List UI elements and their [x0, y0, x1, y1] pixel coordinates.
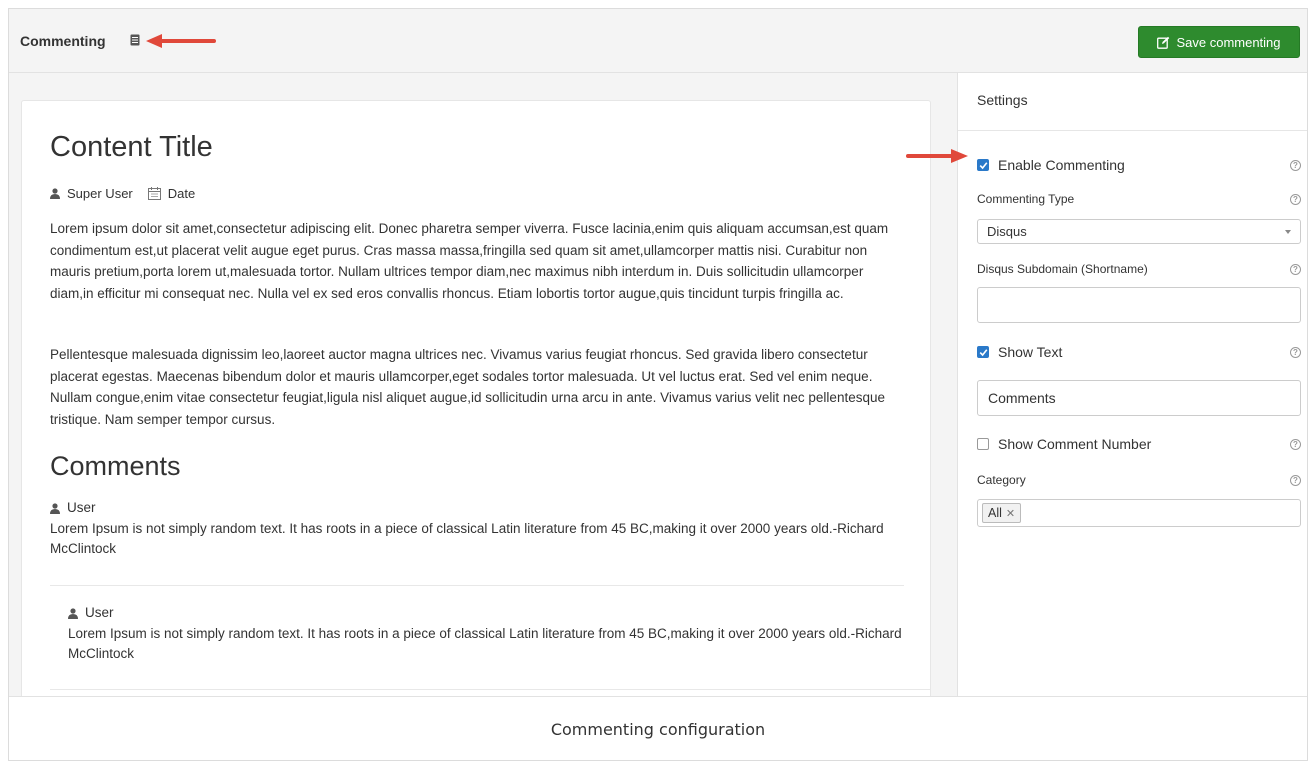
comment-author: User — [50, 498, 912, 519]
check-icon — [979, 348, 987, 356]
commenting-type-select[interactable]: Disqus — [977, 219, 1301, 244]
user-icon — [50, 503, 60, 514]
comment-user-name: User — [67, 500, 96, 515]
subdomain-input[interactable] — [977, 287, 1301, 323]
comment-divider — [50, 585, 904, 586]
enable-commenting-label: Enable Commenting — [998, 157, 1125, 173]
settings-title: Settings — [977, 92, 1028, 108]
show-text-option[interactable]: Show Text ? — [977, 343, 1301, 361]
toolbar: Commenting Save commenting — [9, 9, 1307, 73]
preview-area: Content Title Super User Date Lorem ipsu… — [9, 73, 957, 720]
subdomain-row: Disqus Subdomain (Shortname) ? — [977, 261, 1301, 277]
comment-text: Lorem Ipsum is not simply random text. I… — [50, 520, 884, 557]
help-icon[interactable]: ? — [1290, 193, 1301, 205]
annotation-arrow — [146, 34, 216, 48]
comments-heading: Comments — [50, 451, 181, 481]
figure-caption: Commenting configuration — [9, 696, 1307, 760]
comment-item-reply: User Lorem Ipsum is not simply random te… — [68, 603, 912, 665]
comment-item: User Lorem Ipsum is not simply random te… — [50, 498, 912, 560]
calendar-icon — [147, 187, 161, 200]
comment-author: User — [68, 603, 912, 624]
show-comment-number-label: Show Comment Number — [998, 436, 1152, 452]
show-text-label: Show Text — [998, 344, 1063, 360]
comment-user-name: User — [85, 605, 114, 620]
enable-commenting-option[interactable]: Enable Commenting ? — [977, 156, 1301, 174]
show-text-input[interactable]: Comments — [977, 380, 1301, 416]
category-tag: All ✕ — [982, 503, 1022, 523]
commenting-type-label: Commenting Type — [977, 192, 1075, 206]
article-paragraph: Lorem ipsum dolor sit amet,consectetur a… — [50, 221, 889, 301]
book-icon — [130, 34, 140, 46]
category-label: Category — [977, 473, 1026, 487]
remove-tag-icon[interactable]: ✕ — [1006, 507, 1015, 520]
help-icon[interactable]: ? — [1290, 263, 1301, 275]
help-icon[interactable]: ? — [1290, 346, 1301, 358]
article-date: Date — [167, 186, 196, 201]
content-title: Content Title — [50, 131, 213, 163]
comment-text: Lorem Ipsum is not simply random text. I… — [68, 625, 902, 662]
category-select[interactable]: All ✕ — [977, 499, 1301, 527]
article-author: Super User — [67, 186, 133, 201]
show-comment-number-option[interactable]: Show Comment Number ? — [977, 435, 1301, 453]
article-meta: Super User Date — [50, 186, 195, 201]
help-icon[interactable]: ? — [1290, 159, 1301, 171]
show-text-checkbox[interactable] — [977, 346, 989, 358]
annotation-arrow — [906, 149, 968, 163]
article-paragraph: Pellentesque malesuada dignissim leo,lao… — [50, 347, 885, 427]
chevron-down-icon — [1285, 230, 1291, 234]
help-icon[interactable]: ? — [1290, 474, 1301, 486]
show-comment-number-checkbox[interactable] — [977, 438, 989, 450]
article-card: Content Title Super User Date Lorem ipsu… — [21, 100, 931, 720]
save-commenting-button[interactable]: Save commenting — [1138, 26, 1300, 58]
settings-panel: Settings Enable Commenting ? Commenting … — [957, 73, 1307, 696]
help-icon[interactable]: ? — [1290, 438, 1301, 450]
category-tag-label: All — [988, 506, 1002, 520]
commenting-type-row: Commenting Type ? — [977, 191, 1301, 207]
check-icon — [979, 161, 987, 169]
user-icon — [68, 608, 78, 619]
save-button-label: Save commenting — [1176, 34, 1281, 50]
comment-divider — [50, 689, 930, 690]
settings-header: Settings — [958, 73, 1307, 131]
page-title: Commenting — [20, 33, 106, 49]
edit-icon — [1157, 36, 1170, 49]
app-window: Commenting Save commenting Content Title — [8, 8, 1308, 761]
commenting-type-value: Disqus — [987, 224, 1027, 239]
subdomain-label: Disqus Subdomain (Shortname) — [977, 262, 1148, 276]
user-icon — [50, 188, 60, 199]
enable-commenting-checkbox[interactable] — [977, 159, 989, 171]
category-row: Category ? — [977, 472, 1301, 488]
